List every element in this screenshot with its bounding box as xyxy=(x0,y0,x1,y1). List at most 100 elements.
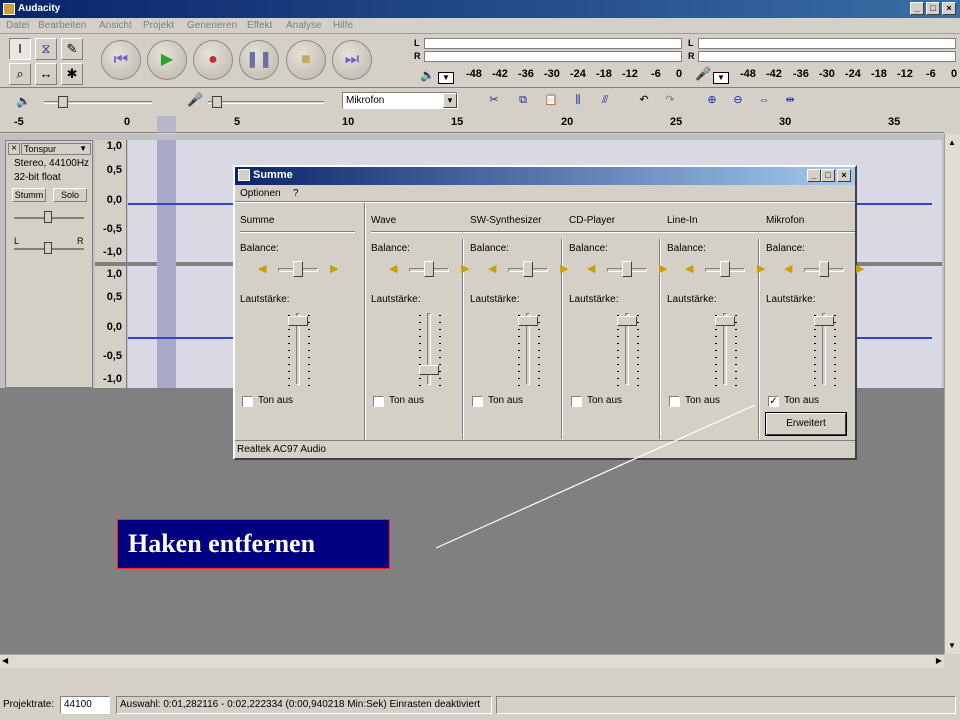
volume-slider-thumb[interactable] xyxy=(419,365,439,375)
timeline-ruler[interactable]: -5 0 5 10 15 20 25 30 35 xyxy=(0,116,944,133)
speaker-icon[interactable]: 🔈 xyxy=(420,68,435,82)
mute-checkbox[interactable] xyxy=(571,396,582,407)
volume-tick xyxy=(735,329,737,330)
volume-tick xyxy=(308,336,310,337)
volume-tick xyxy=(617,357,619,358)
timeshift-tool-icon[interactable]: ↔ xyxy=(35,63,57,85)
minimize-button[interactable]: _ xyxy=(910,2,924,15)
mute-checkbox[interactable] xyxy=(669,396,680,407)
chevron-down-icon[interactable]: ▼ xyxy=(443,93,457,108)
input-volume-slider[interactable] xyxy=(208,101,324,104)
scroll-right-icon[interactable]: ▶ xyxy=(936,656,942,665)
volume-tick xyxy=(538,322,540,323)
mute-checkbox[interactable] xyxy=(373,396,384,407)
selection-tool-icon[interactable]: I xyxy=(9,38,31,60)
balance-slider-thumb[interactable] xyxy=(819,261,829,277)
scroll-up-icon[interactable]: ▲ xyxy=(948,138,956,147)
microphone-icon[interactable]: 🎤 xyxy=(695,66,711,82)
gain-slider-thumb[interactable] xyxy=(44,211,52,223)
mixer-maximize-button[interactable]: □ xyxy=(821,169,835,182)
pause-button[interactable]: ❚❚ xyxy=(239,40,279,80)
record-button[interactable]: ● xyxy=(193,40,233,80)
envelope-tool-icon[interactable]: ⧖ xyxy=(35,38,57,60)
output-volume-thumb[interactable] xyxy=(58,96,68,108)
zoom-tool-icon[interactable]: ⌕ xyxy=(9,63,31,85)
skip-start-button[interactable]: ⏮ xyxy=(101,40,141,80)
draw-tool-icon[interactable]: ✎ xyxy=(61,38,83,60)
volume-tick xyxy=(814,357,816,358)
cut-icon[interactable]: ✂ xyxy=(484,91,504,111)
balance-slider-thumb[interactable] xyxy=(523,261,533,277)
horizontal-scrollbar[interactable]: ◀ ▶ xyxy=(0,654,944,668)
menu-effekt[interactable]: Effekt xyxy=(247,20,272,31)
volume-tick xyxy=(834,350,836,351)
volume-slider-thumb[interactable] xyxy=(814,316,834,327)
menu-optionen[interactable]: Optionen xyxy=(240,188,281,199)
mute-checkbox[interactable] xyxy=(242,396,253,407)
volume-slider-thumb[interactable] xyxy=(715,316,735,327)
stop-button[interactable]: ■ xyxy=(286,40,326,80)
track-name-menu[interactable]: Tonspur ▼ xyxy=(21,143,91,155)
selection-region[interactable] xyxy=(157,140,176,388)
menu-hilfe[interactable]: Hilfe xyxy=(333,20,353,31)
solo-button[interactable]: Solo xyxy=(53,188,87,202)
volume-tick xyxy=(419,315,421,316)
zoom-out-icon[interactable]: ⊖ xyxy=(728,91,748,111)
chevron-down-icon: ▼ xyxy=(79,144,87,153)
status-bar: Projektrate: 44100 Auswahl: 0:01,282116 … xyxy=(0,694,960,720)
mixer-minimize-button[interactable]: _ xyxy=(807,169,821,182)
volume-slider-thumb[interactable] xyxy=(617,316,637,327)
menu-generieren[interactable]: Generieren xyxy=(187,20,237,31)
pan-slider-thumb[interactable] xyxy=(44,242,52,254)
vertical-scrollbar[interactable]: ▲ ▼ xyxy=(944,134,960,654)
trim-icon[interactable]: ⫼ xyxy=(568,91,588,111)
silence-icon[interactable]: ⫻ xyxy=(595,91,615,111)
mute-checkbox[interactable] xyxy=(472,396,483,407)
zoom-in-icon[interactable]: ⊕ xyxy=(702,91,722,111)
scroll-down-icon[interactable]: ▼ xyxy=(948,641,956,650)
menu-ansicht[interactable]: Ansicht xyxy=(99,20,132,31)
volume-slider-thumb[interactable] xyxy=(518,316,538,327)
volume-tick xyxy=(538,385,540,386)
input-volume-thumb[interactable] xyxy=(212,96,222,108)
volume-tick xyxy=(637,371,639,372)
mute-checkbox[interactable]: ✓ xyxy=(768,396,779,407)
volume-tick xyxy=(439,371,441,372)
rec-meter-dropdown-icon[interactable]: ▼ xyxy=(713,72,729,84)
amplitude-label: -0,5 xyxy=(103,223,122,235)
mixer-close-button[interactable]: × xyxy=(837,169,851,182)
paste-icon[interactable]: 📋 xyxy=(541,91,561,111)
undo-icon[interactable]: ↶ xyxy=(634,91,654,111)
volume-slider-thumb[interactable] xyxy=(288,316,308,327)
menu-datei[interactable]: Datei xyxy=(6,20,29,31)
scroll-left-icon[interactable]: ◀ xyxy=(2,656,8,665)
track-close-icon[interactable]: × xyxy=(8,143,20,155)
balance-slider-thumb[interactable] xyxy=(720,261,730,277)
maximize-button[interactable]: □ xyxy=(926,2,940,15)
redo-icon[interactable]: ↷ xyxy=(660,91,680,111)
volume-tick xyxy=(538,336,540,337)
copy-icon[interactable]: ⧉ xyxy=(513,91,533,111)
balance-slider-thumb[interactable] xyxy=(622,261,632,277)
balance-slider-thumb[interactable] xyxy=(424,261,434,277)
balance-label: Balance: xyxy=(371,243,410,254)
balance-slider-thumb[interactable] xyxy=(293,261,303,277)
menu-projekt[interactable]: Projekt xyxy=(143,20,174,31)
menu-bearbeiten[interactable]: Bearbeiten xyxy=(38,20,86,31)
input-source-select[interactable]: Mikrofon ▼ xyxy=(342,92,458,109)
fit-project-icon[interactable]: ⇹ xyxy=(780,91,800,111)
mixer-title-bar[interactable]: Summe _ □ × xyxy=(235,167,855,185)
menu-help[interactable]: ? xyxy=(293,188,299,199)
play-button[interactable]: ▶ xyxy=(147,40,187,80)
mute-button[interactable]: Stumm xyxy=(12,188,46,202)
waveform-line xyxy=(857,203,932,205)
skip-end-button[interactable]: ⏭ xyxy=(332,40,372,80)
multi-tool-icon[interactable]: ✱ xyxy=(61,63,83,85)
close-button[interactable]: × xyxy=(942,2,956,15)
advanced-button[interactable]: Erweitert xyxy=(765,412,847,436)
play-meter-dropdown-icon[interactable]: ▼ xyxy=(438,72,454,84)
menu-analyse[interactable]: Analyse xyxy=(286,20,322,31)
project-rate-field[interactable]: 44100 xyxy=(60,696,110,714)
input-source-value: Mikrofon xyxy=(346,95,385,106)
fit-selection-icon[interactable]: ⇔ xyxy=(754,91,774,111)
